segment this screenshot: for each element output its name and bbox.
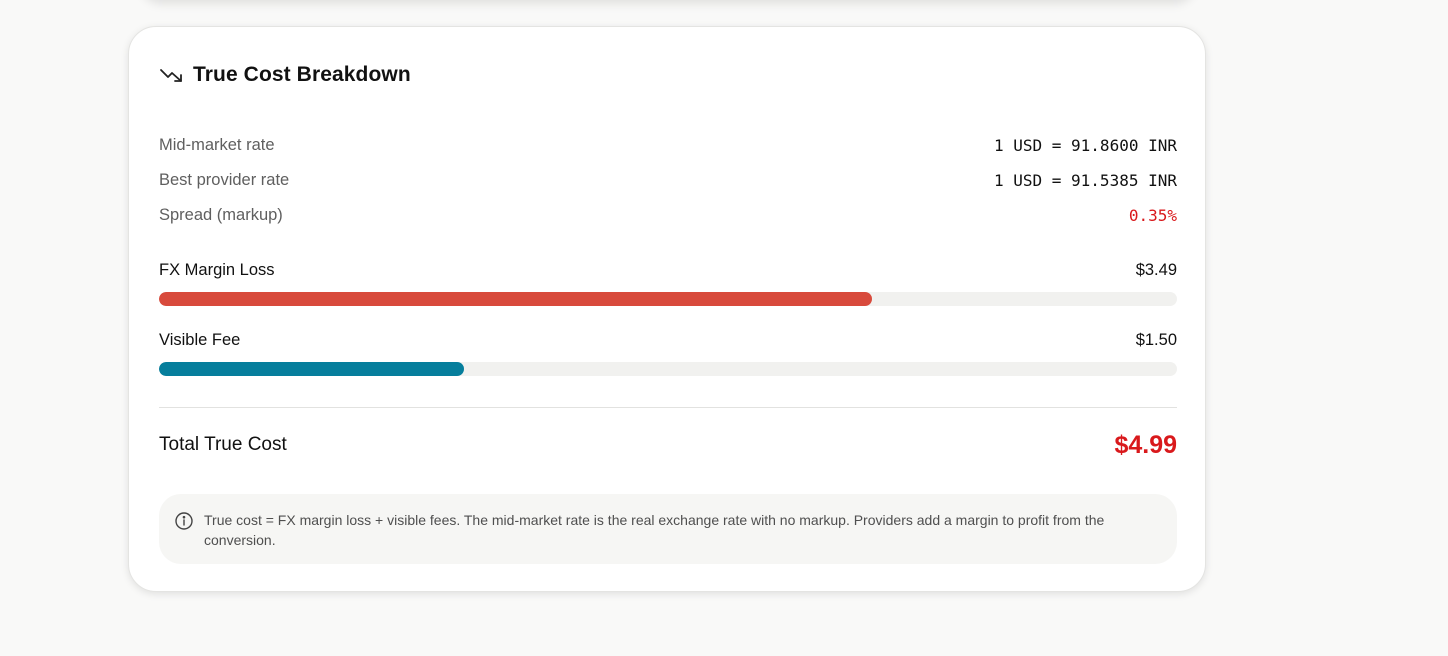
total-value: $4.99 xyxy=(1114,430,1177,459)
fx-margin-loss-bar xyxy=(159,292,872,306)
fx-margin-loss-row: FX Margin Loss $3.49 xyxy=(159,258,1177,282)
fx-margin-loss-value: $3.49 xyxy=(1135,260,1177,279)
spread-row: Spread (markup) 0.35% xyxy=(159,203,1177,227)
visible-fee-label: Visible Fee xyxy=(159,330,241,349)
trending-down-icon xyxy=(160,69,182,82)
mid-market-rate-row: Mid-market rate 1 USD = 91.8600 INR xyxy=(159,133,1177,157)
total-row: Total True Cost $4.99 xyxy=(159,429,1177,461)
visible-fee-bar xyxy=(159,362,465,376)
visible-fee-track xyxy=(159,362,1177,376)
best-provider-rate-row: Best provider rate 1 USD = 91.5385 INR xyxy=(159,168,1177,192)
best-provider-rate-value: 1 USD = 91.5385 INR xyxy=(993,170,1177,190)
info-note-text: True cost = FX margin loss + visible fee… xyxy=(204,512,1105,548)
spread-value: 0.35% xyxy=(1128,205,1177,225)
best-provider-rate-label: Best provider rate xyxy=(159,170,290,189)
info-icon xyxy=(175,512,193,530)
mid-market-rate-value: 1 USD = 91.8600 INR xyxy=(993,135,1177,155)
spread-label: Spread (markup) xyxy=(159,205,283,224)
visible-fee-value: $1.50 xyxy=(1135,330,1177,349)
fx-margin-loss-track xyxy=(159,292,1177,306)
true-cost-card: True Cost Breakdown Mid-market rate 1 US… xyxy=(128,26,1206,592)
card-header: True Cost Breakdown xyxy=(159,61,411,89)
total-label: Total True Cost xyxy=(159,434,287,455)
card-title: True Cost Breakdown xyxy=(193,63,411,86)
info-note: True cost = FX margin loss + visible fee… xyxy=(159,494,1177,564)
fx-margin-loss-label: FX Margin Loss xyxy=(159,260,275,279)
visible-fee-row: Visible Fee $1.50 xyxy=(159,328,1177,352)
mid-market-rate-label: Mid-market rate xyxy=(159,135,275,154)
divider xyxy=(159,407,1177,408)
